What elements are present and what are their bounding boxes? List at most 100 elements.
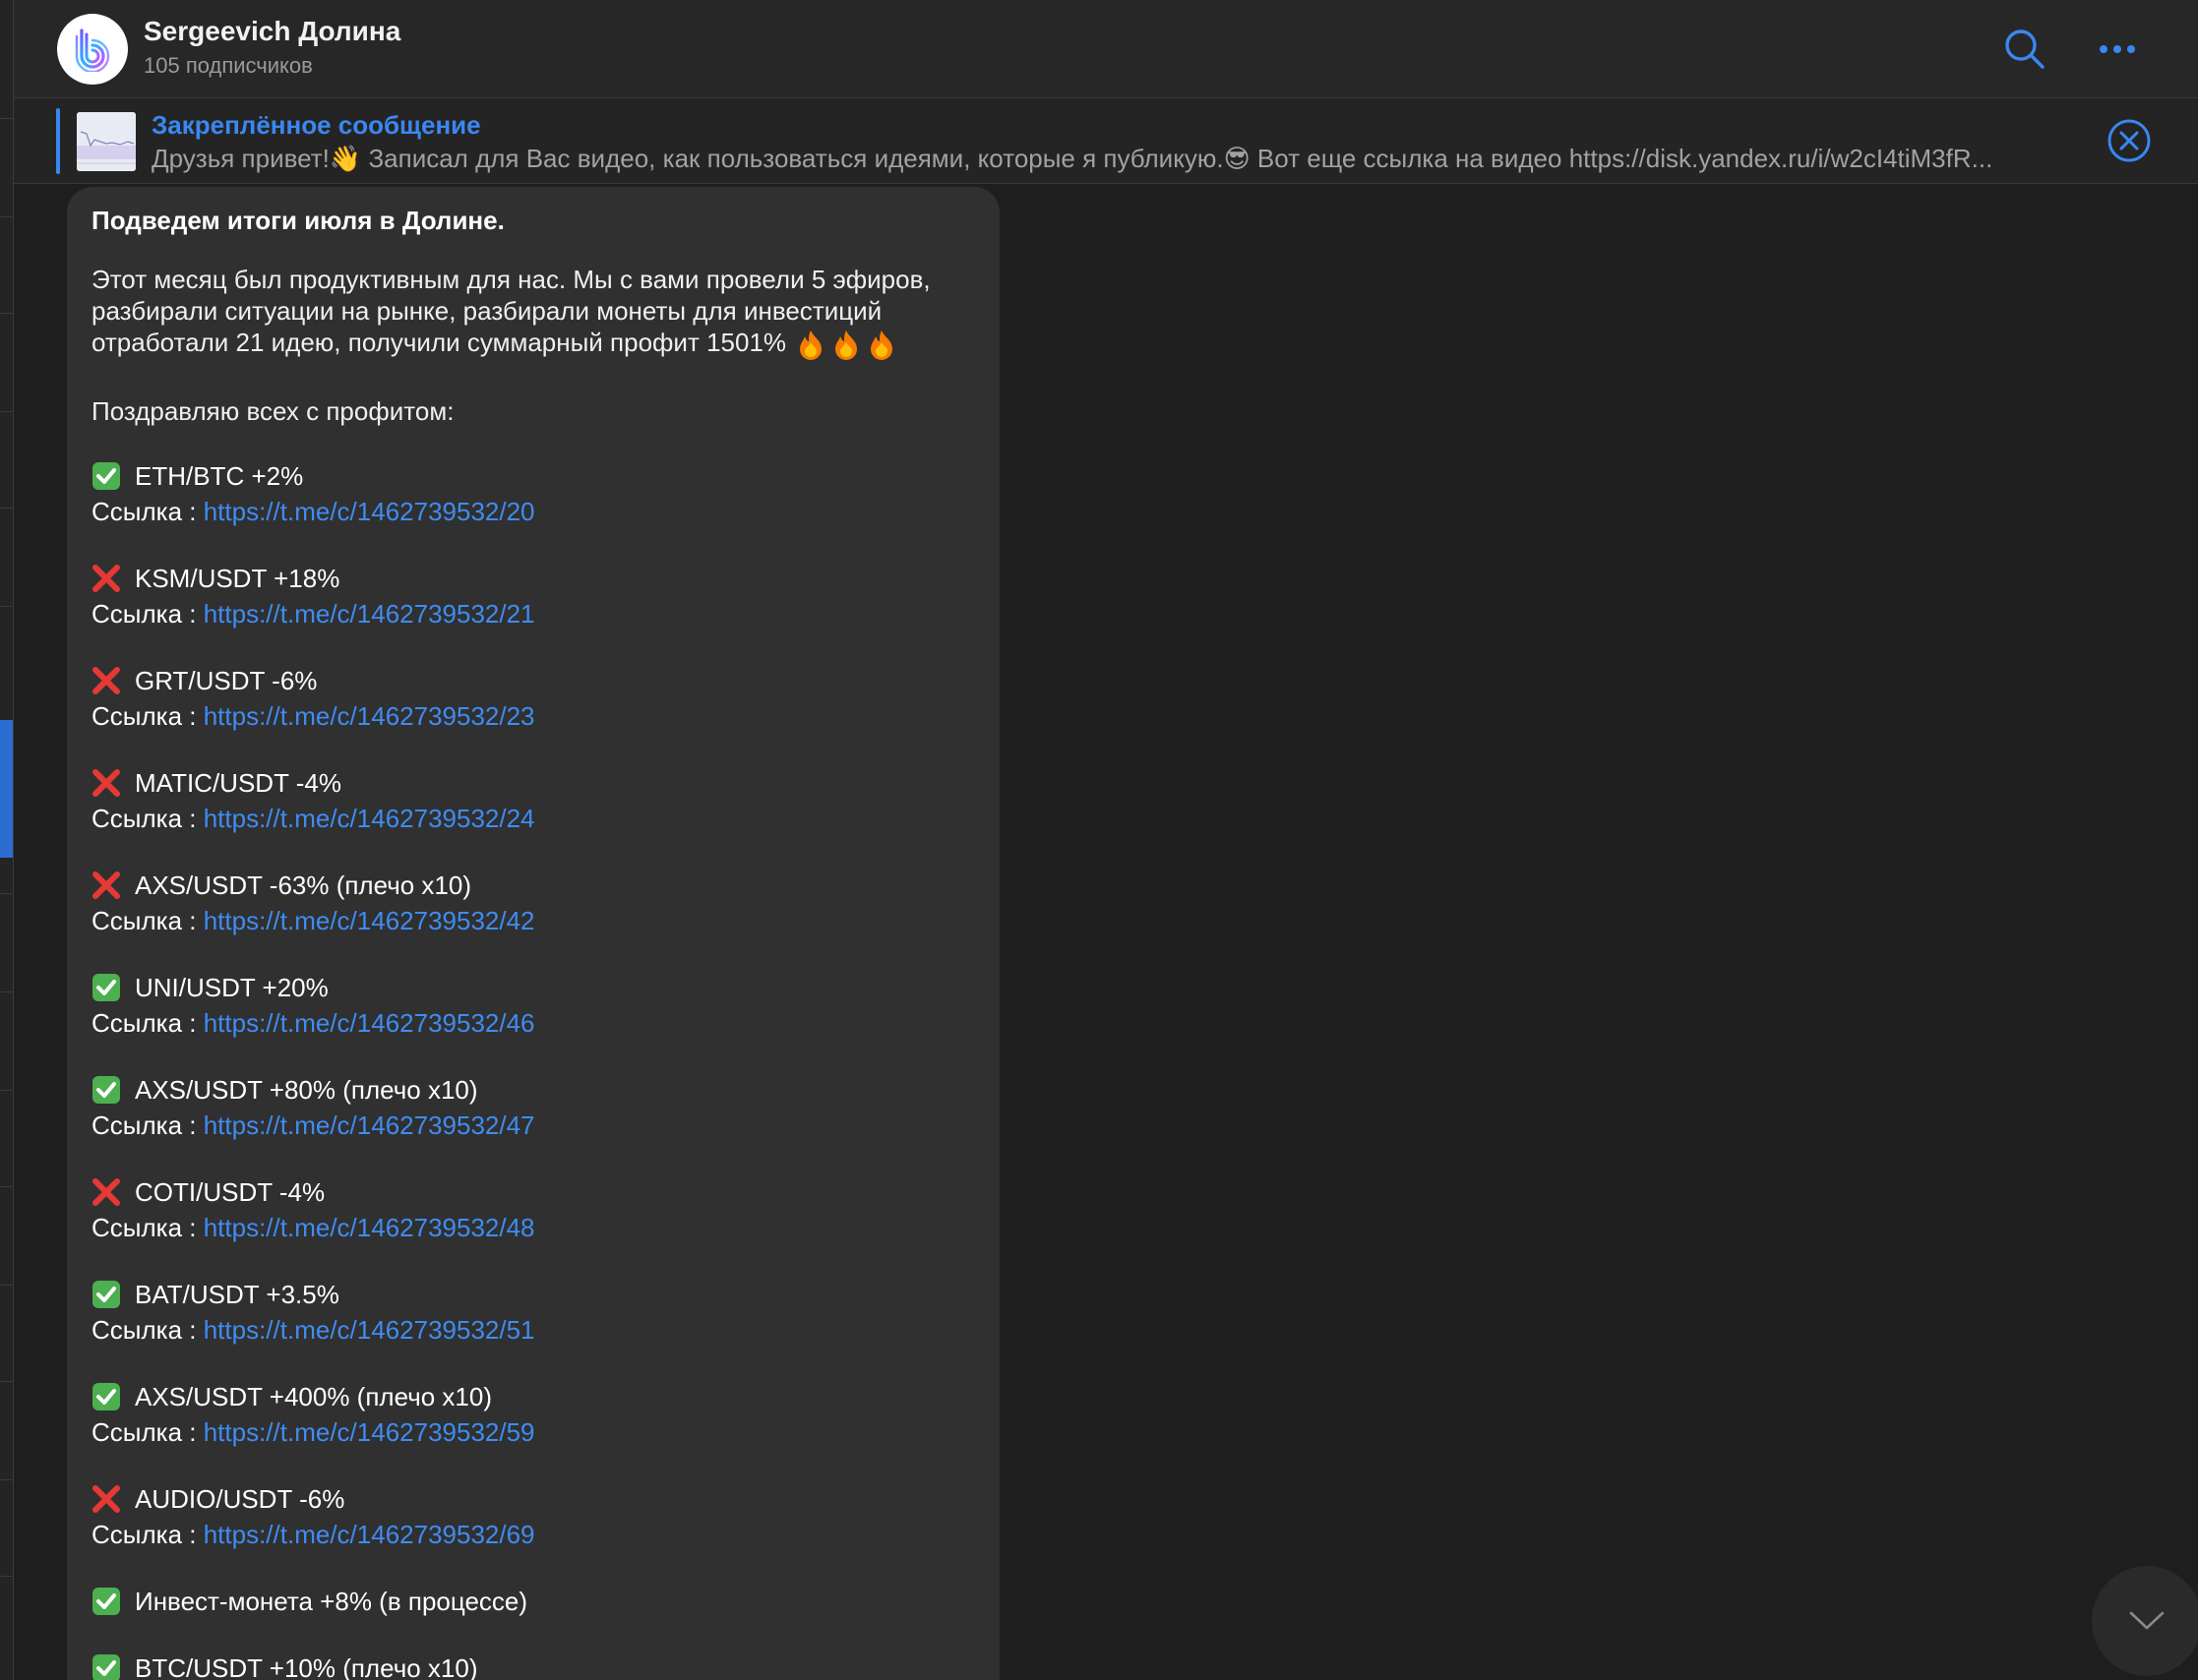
trade-item-link-line: Ссылка : https://t.me/c/1462739532/46 <box>92 1005 976 1041</box>
check-mark-icon <box>92 1281 120 1309</box>
trade-item-header: BAT/USDT +3.5% <box>92 1277 976 1312</box>
trade-item-text: UNI/USDT +20% <box>135 973 329 1003</box>
trade-item-header: AXS/USDT -63% (плечо x10) <box>92 868 976 903</box>
trade-item-header: AUDIO/USDT -6% <box>92 1481 976 1517</box>
trade-item: BAT/USDT +3.5% Ссылка : https://t.me/c/14… <box>92 1277 976 1348</box>
trade-item: AXS/USDT +400% (плечо x10) Ссылка : https… <box>92 1379 976 1450</box>
trade-link[interactable]: https://t.me/c/1462739532/51 <box>204 1315 535 1345</box>
fire-icon <box>871 330 893 361</box>
trade-link[interactable]: https://t.me/c/1462739532/47 <box>204 1110 535 1140</box>
trade-item-link-line: Ссылка : https://t.me/c/1462739532/20 <box>92 494 976 529</box>
trade-link[interactable]: https://t.me/c/1462739532/23 <box>204 701 535 731</box>
link-label: Ссылка : <box>92 1520 204 1550</box>
trade-item: KSM/USDT +18% Ссылка : https://t.me/c/146… <box>92 561 976 631</box>
cross-mark-icon <box>92 1178 120 1207</box>
chat-list-divider <box>0 216 13 217</box>
cross-mark-icon <box>92 667 120 695</box>
pinned-message-bar[interactable]: Закреплённое сообщение Друзья привет!👋 З… <box>14 98 2198 184</box>
message-title: Подведем итоги июля в Долине. <box>92 206 505 235</box>
chat-list-divider <box>0 893 13 894</box>
link-label: Ссылка : <box>92 906 204 936</box>
check-mark-icon <box>92 462 120 491</box>
trade-item-header: AXS/USDT +80% (плечо x10) <box>92 1072 976 1108</box>
telegram-window: Sergeevich Долина 105 подписчиков Закреп… <box>0 0 2198 1680</box>
trade-item-link-line: Ссылка : https://t.me/c/1462739532/23 <box>92 698 976 734</box>
channel-name[interactable]: Sergeevich Долина <box>144 16 400 47</box>
pinned-preview-text: Друзья привет!👋 Записал для Вас видео, к… <box>152 144 1993 173</box>
cross-mark-icon <box>92 871 120 900</box>
fire-icon <box>800 330 823 361</box>
trade-link[interactable]: https://t.me/c/1462739532/42 <box>204 906 535 935</box>
trade-link[interactable]: https://t.me/c/1462739532/69 <box>204 1520 535 1549</box>
chat-list-strip[interactable] <box>0 0 14 1680</box>
trade-item-header: COTI/USDT -4% <box>92 1174 976 1210</box>
trade-item-text: Инвест-монета +8% (в процессе) <box>135 1587 528 1617</box>
trade-link[interactable]: https://t.me/c/1462739532/21 <box>204 599 535 629</box>
pinned-thumbnail <box>77 112 136 171</box>
chevron-down-icon <box>2129 1611 2165 1630</box>
trade-link[interactable]: https://t.me/c/1462739532/24 <box>204 804 535 833</box>
trade-item-link-line: Ссылка : https://t.me/c/1462739532/48 <box>92 1210 976 1245</box>
trade-item-text: AXS/USDT +80% (плечо x10) <box>135 1075 478 1106</box>
check-mark-icon <box>92 1076 120 1105</box>
link-label: Ссылка : <box>92 701 204 732</box>
trade-link[interactable]: https://t.me/c/1462739532/20 <box>204 497 535 526</box>
message-congrats: Поздравляю всех с профитом: <box>92 396 455 427</box>
channel-avatar[interactable] <box>57 14 128 85</box>
fire-icon <box>835 330 858 361</box>
trade-item-text: KSM/USDT +18% <box>135 564 340 594</box>
trade-item-link-line: Ссылка : https://t.me/c/1462739532/24 <box>92 801 976 836</box>
trade-item: BTC/USDT +10% (плечо x10)Ссылка : https:… <box>92 1650 976 1680</box>
pinned-title: Закреплённое сообщение <box>152 110 481 140</box>
message-bubble[interactable]: Подведем итоги июля в Долине. Этот месяц… <box>67 187 1000 1680</box>
link-label: Ссылка : <box>92 804 204 834</box>
more-button[interactable] <box>2090 22 2145 77</box>
subscriber-count: 105 подписчиков <box>144 53 313 78</box>
pinned-accent-bar <box>56 108 60 174</box>
trade-item: AUDIO/USDT -6% Ссылка : https://t.me/c/14… <box>92 1481 976 1552</box>
fire-emojis <box>796 329 896 361</box>
trade-item: MATIC/USDT -4% Ссылка : https://t.me/c/14… <box>92 765 976 836</box>
trade-item-link-line: Ссылка : https://t.me/c/1462739532/21 <box>92 596 976 631</box>
link-label: Ссылка : <box>92 1008 204 1039</box>
trade-link[interactable]: https://t.me/c/1462739532/48 <box>204 1213 535 1242</box>
pinned-close-button[interactable] <box>2106 117 2153 164</box>
chat-list-divider <box>0 606 13 607</box>
search-button[interactable] <box>1997 22 2052 77</box>
link-label: Ссылка : <box>92 1110 204 1141</box>
scroll-down-button[interactable] <box>2092 1566 2198 1676</box>
trade-item: UNI/USDT +20% Ссылка : https://t.me/c/146… <box>92 970 976 1041</box>
more-icon <box>2100 45 2135 53</box>
link-label: Ссылка : <box>92 1417 204 1448</box>
chat-list-divider <box>0 411 13 412</box>
trade-item-header: BTC/USDT +10% (плечо x10) <box>92 1650 976 1680</box>
chat-list-divider <box>0 313 13 314</box>
trade-item-text: AXS/USDT +400% (плечо x10) <box>135 1382 492 1412</box>
chat-list-divider <box>0 1285 13 1286</box>
trade-item-link-line: Ссылка : https://t.me/c/1462739532/69 <box>92 1517 976 1552</box>
check-mark-icon <box>92 1383 120 1411</box>
chat-list-divider <box>0 1186 13 1187</box>
trade-link[interactable]: https://t.me/c/1462739532/46 <box>204 1008 535 1038</box>
trade-link[interactable]: https://t.me/c/1462739532/59 <box>204 1417 535 1447</box>
trade-item-link-line: Ссылка : https://t.me/c/1462739532/42 <box>92 903 976 938</box>
trade-list: ETH/BTC +2% Ссылка : https://t.me/c/14627… <box>92 458 976 1680</box>
chat-list-divider <box>0 118 13 119</box>
search-icon <box>2005 30 2045 69</box>
chart-thumbnail-icon <box>77 112 136 171</box>
trade-item: AXS/USDT +80% (плечо x10) Ссылка : https:… <box>92 1072 976 1143</box>
active-chat-indicator <box>0 720 13 858</box>
trade-item: AXS/USDT -63% (плечо x10) Ссылка : https:… <box>92 868 976 938</box>
link-label: Ссылка : <box>92 497 204 527</box>
trade-item-text: GRT/USDT -6% <box>135 666 318 696</box>
trade-item-text: BTC/USDT +10% (плечо x10) <box>135 1653 478 1680</box>
link-label: Ссылка : <box>92 1315 204 1346</box>
check-mark-icon <box>92 1654 120 1680</box>
check-mark-icon <box>92 974 120 1002</box>
chat-list-divider <box>0 991 13 992</box>
trade-item: Инвест-монета +8% (в процессе) <box>92 1584 976 1619</box>
chat-list-divider <box>0 1381 13 1382</box>
trade-item-header: KSM/USDT +18% <box>92 561 976 596</box>
trade-item: GRT/USDT -6% Ссылка : https://t.me/c/1462… <box>92 663 976 734</box>
trade-item-header: Инвест-монета +8% (в процессе) <box>92 1584 976 1619</box>
